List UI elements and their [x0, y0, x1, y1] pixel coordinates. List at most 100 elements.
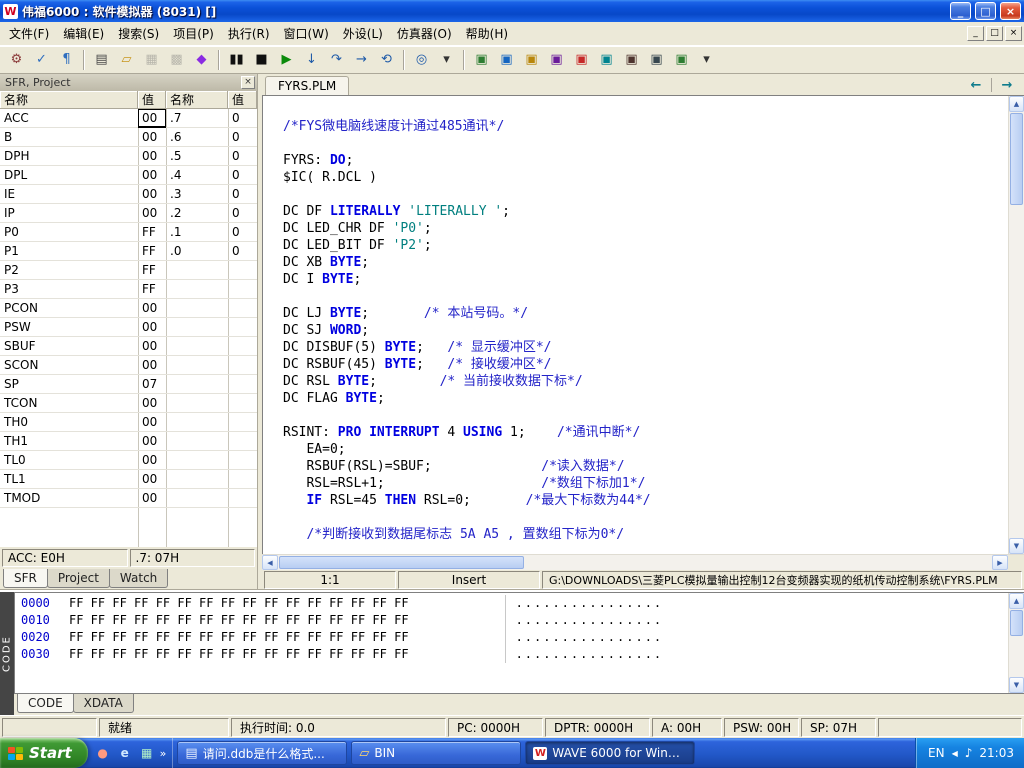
sfr-register-name[interactable]: P0	[0, 223, 138, 242]
quick-launch-internet-explorer[interactable]: e	[116, 744, 134, 762]
sfr-register-value[interactable]: 00	[138, 489, 166, 508]
menu-item-0[interactable]: 文件(F)	[2, 22, 56, 45]
sfr-register-value[interactable]: FF	[138, 223, 166, 242]
sfr-register-value[interactable]: 00	[138, 204, 166, 223]
new-file-button[interactable]: ▤	[89, 48, 114, 72]
sfr-register-name[interactable]: P1	[0, 242, 138, 261]
sfr-bit-value[interactable]	[228, 337, 257, 356]
menu-item-4[interactable]: 执行(R)	[221, 22, 277, 45]
view-select-button[interactable]: ▾	[434, 48, 459, 72]
sfr-register-name[interactable]: SBUF	[0, 337, 138, 356]
menu-item-6[interactable]: 外设(L)	[336, 22, 390, 45]
sfr-register-value[interactable]: 00	[138, 185, 166, 204]
clock[interactable]: 21:03	[979, 746, 1014, 760]
window-watch-button[interactable]: ▣	[544, 48, 569, 72]
editor-hscroll-thumb[interactable]	[279, 556, 524, 569]
sfr-register-name[interactable]: IE	[0, 185, 138, 204]
back-arrow-icon[interactable]: ←	[965, 77, 987, 93]
step-over-button[interactable]: ↷	[324, 48, 349, 72]
reset-button[interactable]: ⟲	[374, 48, 399, 72]
window-sfr-button[interactable]: ▣	[469, 48, 494, 72]
sfr-bit-value[interactable]	[228, 489, 257, 508]
sfr-register-value[interactable]: 00	[138, 356, 166, 375]
quick-launch-desktop[interactable]: ▦	[138, 744, 156, 762]
sfr-register-name[interactable]: TCON	[0, 394, 138, 413]
sfr-register-value[interactable]: 07	[138, 375, 166, 394]
sfr-bit-name[interactable]	[166, 261, 228, 280]
memory-tab-xdata[interactable]: XDATA	[73, 694, 134, 713]
sfr-register-name[interactable]: DPL	[0, 166, 138, 185]
sfr-bit-name[interactable]	[166, 375, 228, 394]
scroll-down-icon[interactable]: ▼	[1009, 538, 1024, 554]
sfr-bit-value[interactable]: 0	[228, 204, 257, 223]
language-indicator[interactable]: EN	[928, 746, 945, 760]
mdi-restore-button[interactable]: □	[986, 26, 1003, 41]
taskbar-task-1[interactable]: ▱BIN	[351, 741, 521, 765]
sfr-bit-name[interactable]: .2	[166, 204, 228, 223]
compile-button[interactable]: ✓	[29, 48, 54, 72]
trace-into-button[interactable]: ↓	[299, 48, 324, 72]
run-to-cursor-button[interactable]: →	[349, 48, 374, 72]
sfr-register-value[interactable]: 00	[138, 109, 166, 128]
sfr-bit-value[interactable]	[228, 261, 257, 280]
window-data-button[interactable]: ▣	[494, 48, 519, 72]
sfr-register-value[interactable]: 00	[138, 432, 166, 451]
sfr-bit-name[interactable]	[166, 356, 228, 375]
scroll-left-icon[interactable]: ◀	[262, 555, 278, 570]
sfr-bit-name[interactable]: .0	[166, 242, 228, 261]
sfr-register-name[interactable]: SP	[0, 375, 138, 394]
sfr-register-value[interactable]: FF	[138, 261, 166, 280]
editor-horizontal-scrollbar[interactable]: ◀ ▶	[262, 554, 1024, 570]
run-button[interactable]: ▶	[274, 48, 299, 72]
sfr-register-value[interactable]: 00	[138, 318, 166, 337]
menu-item-7[interactable]: 仿真器(O)	[390, 22, 459, 45]
sfr-register-name[interactable]: TL1	[0, 470, 138, 489]
sfr-register-name[interactable]: ACC	[0, 109, 138, 128]
sfr-bit-value[interactable]	[228, 470, 257, 489]
stop-button[interactable]: ■	[249, 48, 274, 72]
sfr-bit-name[interactable]	[166, 318, 228, 337]
memory-bytes[interactable]: FF FF FF FF FF FF FF FF FF FF FF FF FF F…	[69, 646, 409, 663]
sfr-bit-value[interactable]: 0	[228, 166, 257, 185]
editor-vscroll-thumb[interactable]	[1010, 113, 1023, 205]
close-button[interactable]: ×	[1000, 2, 1021, 20]
sfr-register-value[interactable]: FF	[138, 242, 166, 261]
memory-tab-code[interactable]: CODE	[17, 694, 74, 713]
peripheral-button[interactable]: ◆	[189, 48, 214, 72]
speaker-icon[interactable]: ♪	[965, 746, 973, 760]
window-code-button[interactable]: ▣	[519, 48, 544, 72]
sfr-register-name[interactable]: SCON	[0, 356, 138, 375]
sfr-register-value[interactable]: 00	[138, 413, 166, 432]
forward-arrow-icon[interactable]: →	[996, 77, 1018, 93]
sfr-bit-name[interactable]: .3	[166, 185, 228, 204]
sfr-bit-name[interactable]	[166, 432, 228, 451]
sfr-bit-value[interactable]	[228, 356, 257, 375]
sfr-register-name[interactable]: TH0	[0, 413, 138, 432]
menu-item-2[interactable]: 搜索(S)	[111, 22, 166, 45]
sfr-bit-value[interactable]	[228, 299, 257, 318]
sfr-bit-name[interactable]	[166, 280, 228, 299]
sfr-bit-name[interactable]: .4	[166, 166, 228, 185]
sfr-tab-sfr[interactable]: SFR	[3, 569, 48, 588]
window-lcd-button[interactable]: ▣	[669, 48, 694, 72]
sfr-register-value[interactable]: 00	[138, 147, 166, 166]
sfr-register-name[interactable]: TH1	[0, 432, 138, 451]
memory-scroll-down-icon[interactable]: ▼	[1009, 677, 1024, 693]
sfr-register-value[interactable]: 00	[138, 128, 166, 147]
mdi-minimize-button[interactable]: _	[967, 26, 984, 41]
sfr-register-name[interactable]: TL0	[0, 451, 138, 470]
sfr-register-name[interactable]: P2	[0, 261, 138, 280]
memory-scroll-up-icon[interactable]: ▲	[1009, 593, 1024, 609]
window-timer-button[interactable]: ▣	[619, 48, 644, 72]
project-build-button[interactable]: ⚙	[4, 48, 29, 72]
sfr-register-name[interactable]: PSW	[0, 318, 138, 337]
sfr-bit-value[interactable]	[228, 318, 257, 337]
menu-item-3[interactable]: 项目(P)	[166, 22, 221, 45]
sfr-register-value[interactable]: 00	[138, 470, 166, 489]
sfr-bit-name[interactable]	[166, 299, 228, 318]
sfr-register-name[interactable]: DPH	[0, 147, 138, 166]
editor-tab-fyrs-plm[interactable]: FYRS.PLM	[265, 76, 349, 95]
taskbar-task-2[interactable]: WWAVE 6000 for Windo...	[525, 741, 695, 765]
sfr-bit-name[interactable]: .6	[166, 128, 228, 147]
sfr-tab-project[interactable]: Project	[47, 569, 110, 588]
